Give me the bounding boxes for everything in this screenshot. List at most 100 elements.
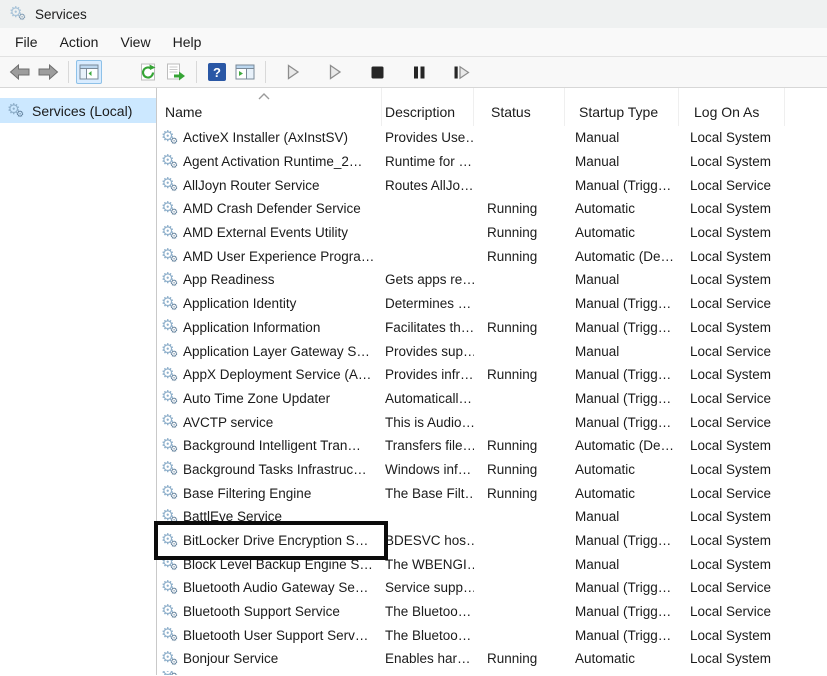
menu-file[interactable]: File	[4, 34, 49, 50]
service-name: AllJoyn Router Service	[183, 178, 320, 193]
service-description: Service supp…	[382, 580, 474, 595]
service-row[interactable]: ⚙⚙Background Intelligent Tran…Transfers …	[157, 434, 827, 458]
service-row[interactable]: ⚙⚙AppX Deployment Service (A…Provides in…	[157, 363, 827, 387]
service-row[interactable]: ⚙⚙ActiveX Installer (AxInstSV)Provides U…	[157, 126, 827, 150]
service-name-cell: ⚙⚙	[157, 671, 382, 675]
service-startup-type: Manual	[565, 509, 679, 524]
export-list-icon	[166, 63, 186, 81]
service-log-on-as: Local System	[679, 201, 785, 216]
service-row[interactable]: ⚙⚙Bluetooth User Support Serv…The Blueto…	[157, 623, 827, 647]
column-header-description[interactable]: Description	[382, 88, 474, 126]
service-row[interactable]: ⚙⚙Bluetooth Audio Gateway Se…Service sup…	[157, 576, 827, 600]
service-name-cell: ⚙⚙AVCTP service	[157, 413, 382, 431]
service-name: Block Level Backup Engine S…	[183, 557, 373, 572]
resume-service-button[interactable]	[322, 60, 348, 84]
service-row[interactable]: ⚙⚙Background Tasks Infrastruc…Windows in…	[157, 458, 827, 482]
window-title: Services	[35, 7, 87, 22]
show-action-pane-button[interactable]	[232, 60, 258, 84]
title-bar: ⚙⚙ Services	[0, 0, 827, 28]
menu-action[interactable]: Action	[49, 34, 110, 50]
service-description: The Base Filt…	[382, 486, 474, 501]
pause-service-button[interactable]	[406, 60, 432, 84]
service-log-on-as: Local Service	[679, 178, 785, 193]
column-header-status[interactable]: Status	[474, 88, 565, 126]
service-row[interactable]: ⚙⚙Base Filtering EngineThe Base Filt…Run…	[157, 481, 827, 505]
service-log-on-as: Local System	[679, 130, 785, 145]
service-startup-type: Manual (Trigg…	[565, 296, 679, 311]
service-log-on-as: Local System	[679, 651, 785, 666]
service-row[interactable]: ⚙⚙AVCTP serviceThis is Audio…Manual (Tri…	[157, 410, 827, 434]
service-startup-type: Automatic (De…	[565, 249, 679, 264]
stop-service-button[interactable]	[364, 60, 390, 84]
service-gear-icon: ⚙⚙	[161, 437, 179, 455]
service-row[interactable]: ⚙⚙Application InformationFacilitates th……	[157, 316, 827, 340]
service-description: This is Audio…	[382, 415, 474, 430]
service-status: Running	[474, 462, 565, 477]
play-icon	[328, 64, 342, 80]
service-name: Agent Activation Runtime_2…	[183, 154, 362, 169]
service-row[interactable]: ⚙⚙Bluetooth Support ServiceThe Bluetoo…M…	[157, 600, 827, 624]
service-name: AVCTP service	[183, 415, 273, 430]
service-name: Base Filtering Engine	[183, 486, 311, 501]
service-row[interactable]: ⚙⚙Bonjour ServiceEnables har…RunningAuto…	[157, 647, 827, 671]
start-service-button[interactable]	[280, 60, 306, 84]
service-row-partial[interactable]: ⚙⚙	[157, 671, 827, 675]
forward-button[interactable]	[35, 60, 61, 84]
service-log-on-as: Local System	[679, 320, 785, 335]
column-header-name[interactable]: Name	[157, 88, 382, 126]
services-rows: ⚙⚙ActiveX Installer (AxInstSV)Provides U…	[157, 126, 827, 675]
service-gear-icon: ⚙⚙	[161, 295, 179, 313]
service-name: Auto Time Zone Updater	[183, 391, 330, 406]
service-log-on-as: Local System	[679, 462, 785, 477]
menu-help[interactable]: Help	[162, 34, 213, 50]
service-gear-icon: ⚙⚙	[161, 671, 179, 675]
service-name: Application Identity	[183, 296, 296, 311]
service-description: Automaticall…	[382, 391, 474, 406]
service-log-on-as: Local System	[679, 272, 785, 287]
play-icon	[286, 64, 300, 80]
toolbar: ?	[0, 57, 827, 88]
service-row[interactable]: ⚙⚙App ReadinessGets apps re…ManualLocal …	[157, 268, 827, 292]
service-row[interactable]: ⚙⚙Block Level Backup Engine S…The WBENGI…	[157, 552, 827, 576]
service-row[interactable]: ⚙⚙Application IdentityDetermines …Manual…	[157, 292, 827, 316]
service-startup-type: Automatic (De…	[565, 438, 679, 453]
service-log-on-as: Local System	[679, 557, 785, 572]
back-button[interactable]	[7, 60, 33, 84]
action-pane-icon	[235, 64, 255, 80]
service-row[interactable]: ⚙⚙Auto Time Zone UpdaterAutomaticall…Man…	[157, 387, 827, 411]
service-row[interactable]: ⚙⚙AMD User Experience Progra…RunningAuto…	[157, 244, 827, 268]
service-name-cell: ⚙⚙Agent Activation Runtime_2…	[157, 153, 382, 171]
column-header-log-on-as[interactable]: Log On As	[679, 88, 785, 126]
service-row[interactable]: ⚙⚙AllJoyn Router ServiceRoutes AllJo…Man…	[157, 173, 827, 197]
app-gear-icon: ⚙⚙	[9, 5, 27, 23]
sidebar-item-services-local[interactable]: ⚙⚙ Services (Local)	[0, 98, 156, 123]
show-console-tree-button[interactable]	[76, 60, 102, 84]
service-row[interactable]: ⚙⚙AMD Crash Defender ServiceRunningAutom…	[157, 197, 827, 221]
service-gear-icon: ⚙⚙	[161, 176, 179, 194]
service-name: App Readiness	[183, 272, 275, 287]
service-row[interactable]: ⚙⚙AMD External Events UtilityRunningAuto…	[157, 221, 827, 245]
help-button[interactable]: ?	[204, 60, 230, 84]
service-row[interactable]: ⚙⚙BattlEye ServiceManualLocal System	[157, 505, 827, 529]
service-row-annotated[interactable]: ⚙⚙BitLocker Drive Encryption S…BDESVC ho…	[157, 529, 827, 553]
export-list-button[interactable]	[163, 60, 189, 84]
menu-view[interactable]: View	[109, 34, 161, 50]
service-row[interactable]: ⚙⚙Application Layer Gateway S…Provides s…	[157, 339, 827, 363]
arrow-right-icon	[37, 64, 59, 80]
column-header-startup-type[interactable]: Startup Type	[565, 88, 679, 126]
service-status: Running	[474, 201, 565, 216]
arrow-left-icon	[9, 64, 31, 80]
service-name-cell: ⚙⚙Application Information	[157, 318, 382, 336]
restart-service-button[interactable]	[448, 60, 474, 84]
service-startup-type: Manual (Trigg…	[565, 320, 679, 335]
menu-bar: File Action View Help	[0, 28, 827, 57]
service-gear-icon: ⚙⚙	[161, 129, 179, 147]
refresh-button[interactable]	[135, 60, 161, 84]
service-row[interactable]: ⚙⚙Agent Activation Runtime_2…Runtime for…	[157, 150, 827, 174]
service-status: Running	[474, 367, 565, 382]
service-status: Running	[474, 249, 565, 264]
service-name-cell: ⚙⚙Base Filtering Engine	[157, 484, 382, 502]
service-log-on-as: Local Service	[679, 344, 785, 359]
service-startup-type: Manual	[565, 557, 679, 572]
service-name: Background Intelligent Tran…	[183, 438, 361, 453]
